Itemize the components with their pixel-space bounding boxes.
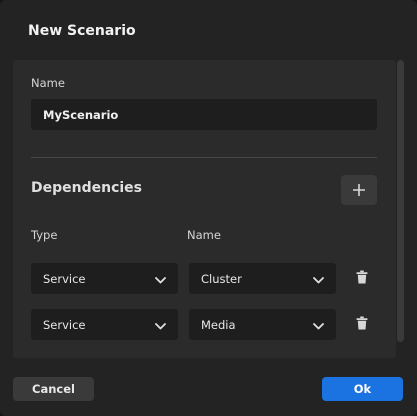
type-column-header: Type: [31, 228, 58, 242]
plus-icon: [352, 181, 366, 200]
add-dependency-button[interactable]: [341, 175, 377, 205]
name-label: Name: [31, 76, 65, 90]
select-value: Cluster: [201, 271, 242, 286]
scenario-name-input[interactable]: [31, 99, 377, 130]
chevron-down-icon: [155, 315, 166, 334]
dependency-type-select[interactable]: Service: [31, 309, 178, 340]
ok-button[interactable]: Ok: [322, 377, 403, 401]
name-column-header: Name: [187, 228, 221, 242]
divider: [31, 157, 377, 158]
select-value: Service: [43, 271, 86, 286]
select-value: Service: [43, 317, 86, 332]
dependency-name-select[interactable]: Cluster: [189, 263, 336, 294]
cancel-button[interactable]: Cancel: [13, 377, 94, 401]
dependency-type-select[interactable]: Service: [31, 263, 178, 294]
chevron-down-icon: [313, 269, 324, 288]
trash-icon: [356, 269, 368, 288]
new-scenario-dialog: New Scenario Name Dependencies Type Name…: [0, 0, 417, 416]
scrollbar[interactable]: [397, 60, 404, 360]
dependency-name-select[interactable]: Media: [189, 309, 336, 340]
chevron-down-icon: [155, 269, 166, 288]
select-value: Media: [201, 317, 236, 332]
remove-dependency-button[interactable]: [353, 269, 371, 287]
scrollbar-thumb[interactable]: [397, 60, 404, 342]
chevron-down-icon: [313, 315, 324, 334]
trash-icon: [356, 315, 368, 334]
remove-dependency-button[interactable]: [353, 315, 371, 333]
dialog-title: New Scenario: [28, 23, 136, 39]
dependencies-title: Dependencies: [31, 180, 143, 196]
